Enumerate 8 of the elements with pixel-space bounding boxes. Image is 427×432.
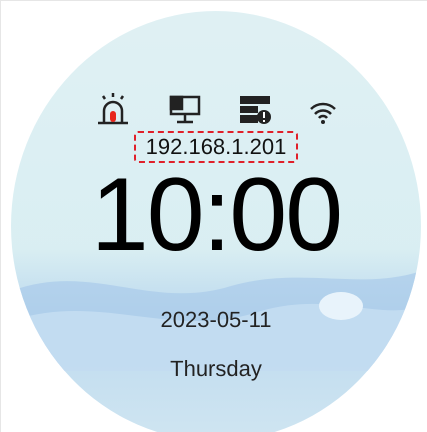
server-warning-icon: [239, 95, 271, 125]
weekday-text: Thursday: [170, 355, 262, 383]
date-text: 2023-05-11: [160, 306, 272, 334]
ip-address: 192.168.1.201: [134, 131, 298, 163]
wifi-icon: [309, 101, 337, 125]
alarm-icon: [95, 93, 131, 125]
computer-icon: [169, 95, 201, 125]
clock-time: 10:00: [90, 167, 342, 263]
